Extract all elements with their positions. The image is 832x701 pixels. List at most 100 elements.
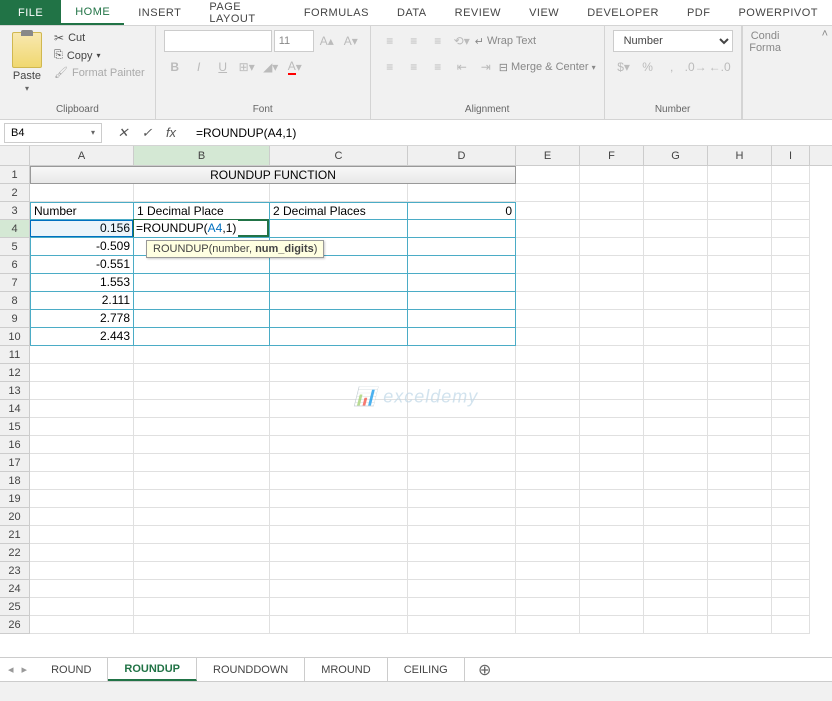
tab-view[interactable]: VIEW [515, 0, 573, 25]
cell[interactable] [580, 562, 644, 580]
cell[interactable] [772, 310, 810, 328]
cell[interactable] [134, 544, 270, 562]
cell[interactable] [134, 580, 270, 598]
cell[interactable] [772, 400, 810, 418]
cell[interactable]: -0.509 [30, 238, 134, 256]
cell[interactable] [516, 400, 580, 418]
row-header-12[interactable]: 12 [0, 364, 30, 382]
cell[interactable] [772, 256, 810, 274]
sheet-tab-mround[interactable]: MROUND [305, 658, 388, 681]
cell[interactable] [580, 346, 644, 364]
border-button[interactable]: ⊞▾ [236, 56, 258, 78]
comma-button[interactable]: , [661, 56, 683, 78]
col-header-h[interactable]: H [708, 146, 772, 165]
tab-page-layout[interactable]: PAGE LAYOUT [195, 0, 289, 25]
cell[interactable] [772, 346, 810, 364]
cell[interactable] [516, 274, 580, 292]
decrease-font-button[interactable]: A▾ [340, 30, 362, 52]
cell[interactable] [408, 508, 516, 526]
cell[interactable] [580, 364, 644, 382]
cell[interactable] [644, 508, 708, 526]
row-header-19[interactable]: 19 [0, 490, 30, 508]
sheet-nav[interactable]: ◂▸ [0, 663, 35, 676]
cell[interactable] [580, 454, 644, 472]
cell[interactable] [134, 418, 270, 436]
cell[interactable] [134, 526, 270, 544]
cell[interactable] [708, 382, 772, 400]
cell[interactable] [772, 598, 810, 616]
tab-data[interactable]: DATA [383, 0, 441, 25]
cell[interactable] [516, 418, 580, 436]
cell[interactable] [516, 490, 580, 508]
cell[interactable] [516, 310, 580, 328]
cell[interactable] [772, 544, 810, 562]
cell[interactable] [270, 346, 408, 364]
cell[interactable] [708, 490, 772, 508]
cell[interactable] [708, 544, 772, 562]
row-header-18[interactable]: 18 [0, 472, 30, 490]
cell[interactable] [516, 328, 580, 346]
cell[interactable] [408, 616, 516, 634]
cell[interactable]: 1.553 [30, 274, 134, 292]
cell[interactable] [30, 454, 134, 472]
cell[interactable] [580, 436, 644, 454]
cell[interactable] [408, 238, 516, 256]
cell[interactable] [270, 490, 408, 508]
cell[interactable] [644, 400, 708, 418]
cell[interactable] [580, 310, 644, 328]
cell[interactable] [772, 580, 810, 598]
cell[interactable] [516, 616, 580, 634]
cell[interactable] [644, 382, 708, 400]
row-header-15[interactable]: 15 [0, 418, 30, 436]
cell[interactable] [408, 418, 516, 436]
cell[interactable] [772, 166, 810, 184]
cell[interactable] [516, 598, 580, 616]
cell[interactable] [516, 292, 580, 310]
cell[interactable] [270, 400, 408, 418]
cell[interactable] [772, 202, 810, 220]
cell[interactable]: 2 Decimal Places [270, 202, 408, 220]
row-header-26[interactable]: 26 [0, 616, 30, 634]
cell[interactable] [772, 220, 810, 238]
cell[interactable] [708, 616, 772, 634]
cell[interactable] [580, 490, 644, 508]
cell[interactable] [30, 418, 134, 436]
cell[interactable] [516, 544, 580, 562]
format-painter-button[interactable]: 🖌Format Painter [52, 65, 147, 80]
cell[interactable] [270, 418, 408, 436]
cell[interactable]: 0 [408, 202, 516, 220]
cell[interactable] [30, 508, 134, 526]
cell[interactable] [408, 490, 516, 508]
font-size-select[interactable] [274, 30, 314, 52]
cell[interactable] [644, 454, 708, 472]
cell[interactable] [270, 382, 408, 400]
col-header-e[interactable]: E [516, 146, 580, 165]
cell[interactable] [270, 580, 408, 598]
cell[interactable] [644, 292, 708, 310]
cell[interactable] [772, 508, 810, 526]
underline-button[interactable]: U [212, 56, 234, 78]
row-header-14[interactable]: 14 [0, 400, 30, 418]
cell[interactable] [30, 364, 134, 382]
cell[interactable] [134, 490, 270, 508]
col-header-a[interactable]: A [30, 146, 134, 165]
cell[interactable] [408, 526, 516, 544]
currency-button[interactable]: $▾ [613, 56, 635, 78]
italic-button[interactable]: I [188, 56, 210, 78]
collapse-ribbon-icon[interactable]: ˄ [822, 28, 828, 40]
cell[interactable] [270, 328, 408, 346]
cell[interactable] [516, 526, 580, 544]
cell[interactable] [270, 184, 408, 202]
cell[interactable] [580, 616, 644, 634]
cell[interactable] [270, 436, 408, 454]
cell[interactable]: 2.111 [30, 292, 134, 310]
cell[interactable] [516, 454, 580, 472]
row-header-11[interactable]: 11 [0, 346, 30, 364]
cell[interactable] [644, 274, 708, 292]
cell[interactable] [134, 562, 270, 580]
cell[interactable] [408, 220, 516, 238]
cell[interactable] [644, 418, 708, 436]
cell[interactable] [772, 472, 810, 490]
cell[interactable] [644, 184, 708, 202]
cell[interactable] [30, 382, 134, 400]
